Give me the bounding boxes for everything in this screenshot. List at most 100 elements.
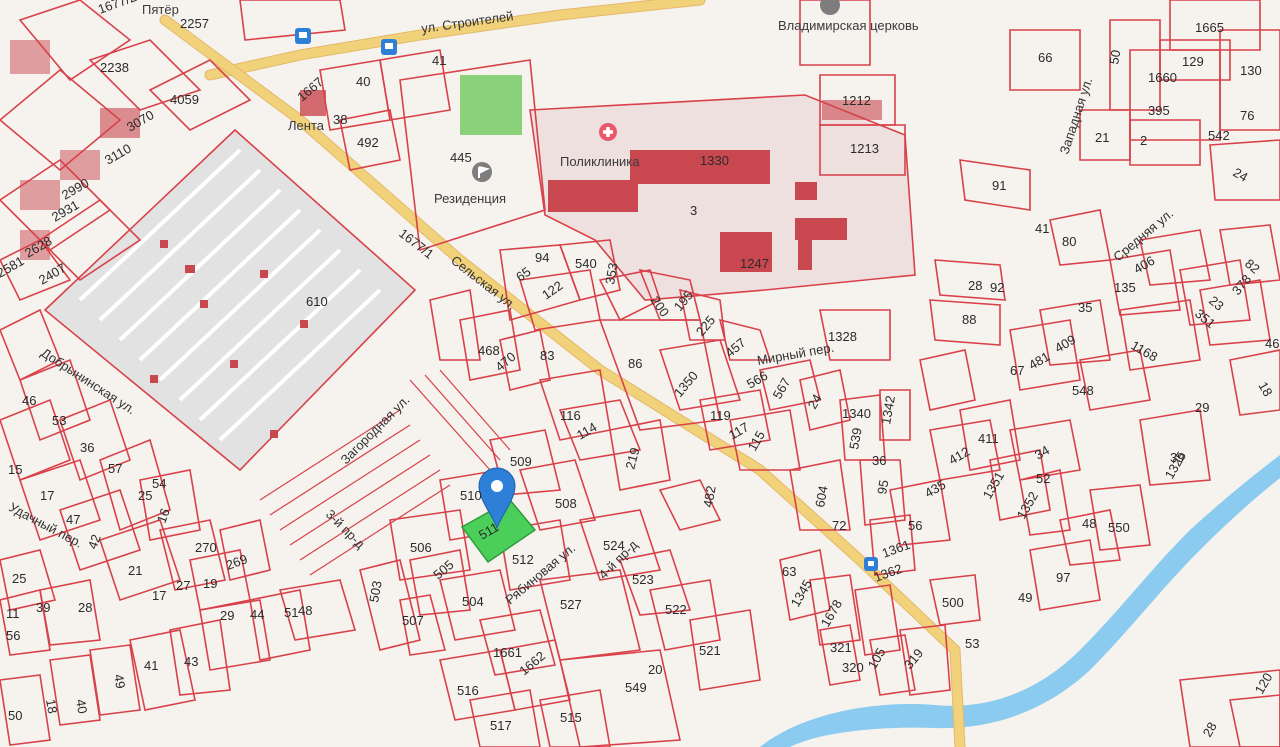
svg-text:3110: 3110: [102, 141, 134, 168]
svg-text:521: 521: [699, 643, 721, 658]
svg-text:122: 122: [539, 278, 565, 303]
svg-text:49: 49: [1018, 590, 1032, 605]
svg-text:41: 41: [144, 658, 158, 673]
svg-text:548: 548: [1072, 383, 1094, 398]
svg-text:504: 504: [462, 594, 484, 609]
svg-text:542: 542: [1208, 128, 1230, 143]
svg-text:409: 409: [1052, 332, 1078, 356]
svg-text:1677/2: 1677/2: [96, 0, 138, 17]
svg-text:44: 44: [250, 607, 264, 622]
svg-text:567: 567: [770, 375, 794, 401]
svg-text:2: 2: [1140, 133, 1147, 148]
svg-text:53: 53: [965, 636, 979, 651]
street-label-mirny: Мирный пер.: [756, 340, 835, 368]
church-icon[interactable]: [820, 0, 840, 15]
street-label-third-passage: 3-й пр-д: [323, 507, 368, 552]
svg-text:3: 3: [690, 203, 697, 218]
svg-text:53: 53: [52, 413, 66, 428]
svg-text:1328: 1328: [828, 329, 857, 344]
svg-text:66: 66: [1038, 50, 1052, 65]
svg-text:120: 120: [1252, 670, 1276, 696]
svg-text:509: 509: [510, 454, 532, 469]
svg-text:507: 507: [402, 613, 424, 628]
svg-text:39: 39: [36, 600, 50, 615]
svg-text:321: 321: [830, 640, 852, 655]
svg-text:29: 29: [1195, 400, 1209, 415]
svg-text:512: 512: [512, 552, 534, 567]
svg-text:17: 17: [152, 588, 166, 603]
svg-text:21: 21: [1095, 130, 1109, 145]
street-label-zapadnaya: Западная ул.: [1057, 76, 1096, 156]
svg-text:18: 18: [43, 698, 60, 715]
svg-text:395: 395: [1148, 103, 1170, 118]
street-label-zagorodnaya: Загородная ул.: [338, 392, 413, 467]
svg-text:40: 40: [356, 74, 370, 89]
svg-text:219: 219: [622, 446, 642, 471]
svg-text:34: 34: [1032, 442, 1052, 462]
svg-text:116: 116: [560, 408, 581, 423]
svg-text:28: 28: [1200, 719, 1220, 739]
svg-text:269: 269: [224, 551, 250, 573]
svg-text:1660: 1660: [1148, 70, 1177, 85]
svg-text:72: 72: [832, 518, 846, 533]
svg-text:51: 51: [284, 605, 298, 620]
svg-text:49: 49: [111, 673, 128, 690]
svg-text:320: 320: [842, 660, 864, 675]
svg-text:482: 482: [700, 485, 719, 509]
svg-text:508: 508: [555, 496, 577, 511]
polyclinic-icon[interactable]: [599, 123, 617, 141]
svg-text:52: 52: [1036, 471, 1050, 486]
svg-text:42: 42: [85, 532, 104, 551]
svg-text:119: 119: [710, 408, 731, 423]
svg-text:105: 105: [865, 645, 889, 671]
svg-text:1351: 1351: [980, 469, 1007, 502]
bus-stop-icon-2[interactable]: [381, 39, 397, 55]
svg-text:46: 46: [22, 393, 36, 408]
cadastral-map[interactable]: ул. Строителей Сельская ул. Добрынинская…: [0, 0, 1280, 747]
svg-text:43: 43: [184, 654, 198, 669]
svg-text:1661: 1661: [493, 645, 522, 660]
svg-text:506: 506: [410, 540, 432, 555]
svg-text:24: 24: [805, 391, 825, 411]
svg-text:539: 539: [846, 427, 865, 451]
svg-text:527: 527: [560, 597, 582, 612]
svg-text:19: 19: [203, 576, 217, 591]
svg-text:550: 550: [1108, 520, 1130, 535]
svg-text:1168: 1168: [1129, 338, 1161, 365]
svg-text:129: 129: [1182, 54, 1204, 69]
svg-text:319: 319: [901, 646, 926, 672]
svg-text:604: 604: [812, 485, 831, 509]
poi-label-residence[interactable]: Резиденция: [434, 191, 506, 206]
svg-text:36: 36: [80, 440, 94, 455]
svg-text:2238: 2238: [100, 60, 129, 75]
svg-text:225: 225: [693, 313, 718, 339]
poi-label-church[interactable]: Владимирская церковь: [778, 18, 919, 33]
svg-text:20: 20: [648, 662, 662, 677]
svg-text:21: 21: [128, 563, 142, 578]
svg-text:4059: 4059: [170, 92, 199, 107]
svg-text:40: 40: [73, 698, 90, 715]
svg-text:610: 610: [306, 294, 328, 309]
svg-text:15: 15: [8, 462, 22, 477]
poi-label-lenta[interactable]: Лента: [288, 118, 325, 133]
svg-text:38: 38: [333, 112, 347, 127]
svg-text:25: 25: [138, 488, 152, 503]
poi-label-pyaterochka[interactable]: Пятёр: [142, 2, 179, 17]
svg-text:503: 503: [366, 580, 385, 604]
svg-text:94: 94: [535, 250, 549, 265]
svg-text:2257: 2257: [180, 16, 209, 31]
svg-text:48: 48: [298, 603, 312, 618]
svg-text:522: 522: [665, 602, 687, 617]
svg-text:88: 88: [962, 312, 976, 327]
flag-icon[interactable]: [472, 162, 492, 182]
svg-text:39: 39: [1170, 450, 1184, 465]
svg-text:510: 510: [460, 488, 482, 503]
map-canvas[interactable]: ул. Строителей Сельская ул. Добрынинская…: [0, 0, 1280, 747]
svg-text:86: 86: [628, 356, 642, 371]
park: [460, 75, 522, 135]
svg-text:524: 524: [603, 538, 625, 553]
poi-label-polyclinic[interactable]: Поликлиника: [560, 154, 640, 169]
bus-stop-icon[interactable]: [295, 28, 311, 44]
svg-text:17: 17: [40, 488, 54, 503]
svg-text:27: 27: [176, 578, 190, 593]
